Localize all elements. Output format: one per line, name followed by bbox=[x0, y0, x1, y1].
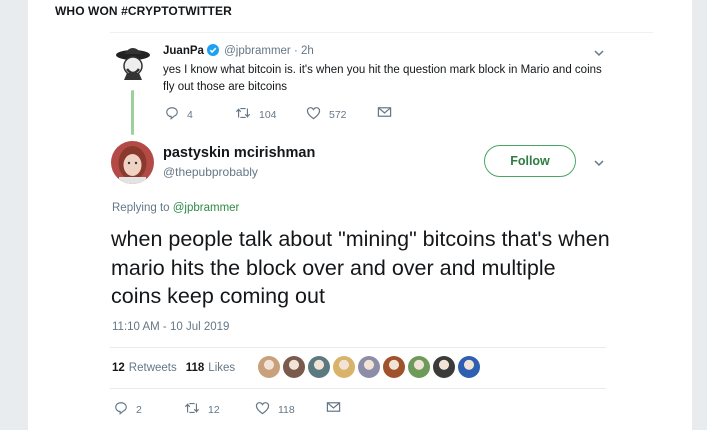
reply-icon bbox=[165, 106, 187, 123]
tweet-timestamp[interactable]: 11:10 AM - 10 Jul 2019 bbox=[112, 321, 229, 333]
liker-avatar-1[interactable] bbox=[258, 356, 280, 378]
parent-tweet-header: JuanPa @jpbrammer · 2h bbox=[163, 44, 314, 60]
likes-stat[interactable]: 118 Likes bbox=[186, 362, 235, 374]
parent-display-name[interactable]: JuanPa bbox=[163, 45, 204, 57]
liker-avatar-8[interactable] bbox=[433, 356, 455, 378]
retweets-stat[interactable]: 12 Retweets bbox=[112, 362, 177, 374]
like-icon bbox=[306, 106, 329, 123]
chevron-down-icon[interactable] bbox=[593, 156, 605, 168]
engagement-stats: 12 Retweets 118 Likes bbox=[112, 362, 235, 374]
message-button[interactable] bbox=[377, 106, 400, 121]
retweets-stat-label: Retweets bbox=[128, 362, 177, 374]
message-icon bbox=[326, 401, 349, 416]
message-icon bbox=[377, 106, 400, 121]
retweet-icon bbox=[184, 401, 208, 418]
retweet-icon bbox=[235, 106, 259, 123]
reply-button[interactable]: 2 bbox=[114, 401, 142, 418]
retweet-count: 104 bbox=[259, 108, 277, 121]
divider bbox=[110, 32, 653, 33]
parent-handle[interactable]: @jpbrammer bbox=[224, 45, 291, 57]
reply-count: 4 bbox=[187, 108, 193, 121]
meta-separator: · bbox=[293, 45, 298, 57]
page-heading: WHO WON #CRYPTOTWITTER bbox=[55, 4, 232, 18]
replying-to-line: Replying to @jpbrammer bbox=[112, 202, 239, 214]
like-button[interactable]: 572 bbox=[306, 106, 347, 123]
like-count: 572 bbox=[329, 108, 347, 121]
likes-stat-label: Likes bbox=[208, 362, 236, 374]
liker-avatars bbox=[258, 356, 483, 378]
liker-avatar-9[interactable] bbox=[458, 356, 480, 378]
liker-avatar-4[interactable] bbox=[333, 356, 355, 378]
retweet-button[interactable]: 104 bbox=[235, 106, 277, 123]
parent-avatar[interactable] bbox=[112, 42, 154, 84]
replying-to-label: Replying to bbox=[112, 202, 170, 214]
retweet-button[interactable]: 12 bbox=[184, 401, 220, 418]
tweet-text: when people talk about "mining" bitcoins… bbox=[111, 227, 610, 308]
reply-count: 2 bbox=[136, 403, 142, 416]
like-button[interactable]: 118 bbox=[255, 401, 295, 418]
likes-stat-count: 118 bbox=[185, 362, 205, 374]
retweets-stat-count: 12 bbox=[112, 362, 125, 374]
thread-line bbox=[131, 90, 134, 135]
follow-button[interactable]: Follow bbox=[484, 145, 576, 177]
reply-button[interactable]: 4 bbox=[165, 106, 193, 123]
divider bbox=[110, 347, 606, 348]
reply-icon bbox=[114, 401, 136, 418]
divider bbox=[110, 388, 606, 389]
liker-avatar-2[interactable] bbox=[283, 356, 305, 378]
chevron-down-icon[interactable] bbox=[593, 46, 605, 58]
replying-to-handle[interactable]: @jpbrammer bbox=[173, 202, 240, 214]
like-icon bbox=[255, 401, 278, 418]
like-count: 118 bbox=[278, 403, 295, 416]
verified-icon bbox=[206, 44, 219, 60]
liker-avatar-3[interactable] bbox=[308, 356, 330, 378]
author-display-name[interactable]: pastyskin mcirishman bbox=[163, 145, 315, 161]
liker-avatar-6[interactable] bbox=[383, 356, 405, 378]
liker-avatar-5[interactable] bbox=[358, 356, 380, 378]
message-button[interactable] bbox=[326, 401, 349, 416]
parent-time[interactable]: 2h bbox=[301, 45, 314, 57]
liker-avatar-7[interactable] bbox=[408, 356, 430, 378]
retweet-count: 12 bbox=[208, 403, 220, 416]
parent-tweet-text: yes I know what bitcoin is. it's when yo… bbox=[163, 64, 602, 93]
author-avatar[interactable] bbox=[111, 141, 154, 184]
author-handle[interactable]: @thepubprobably bbox=[163, 165, 258, 179]
